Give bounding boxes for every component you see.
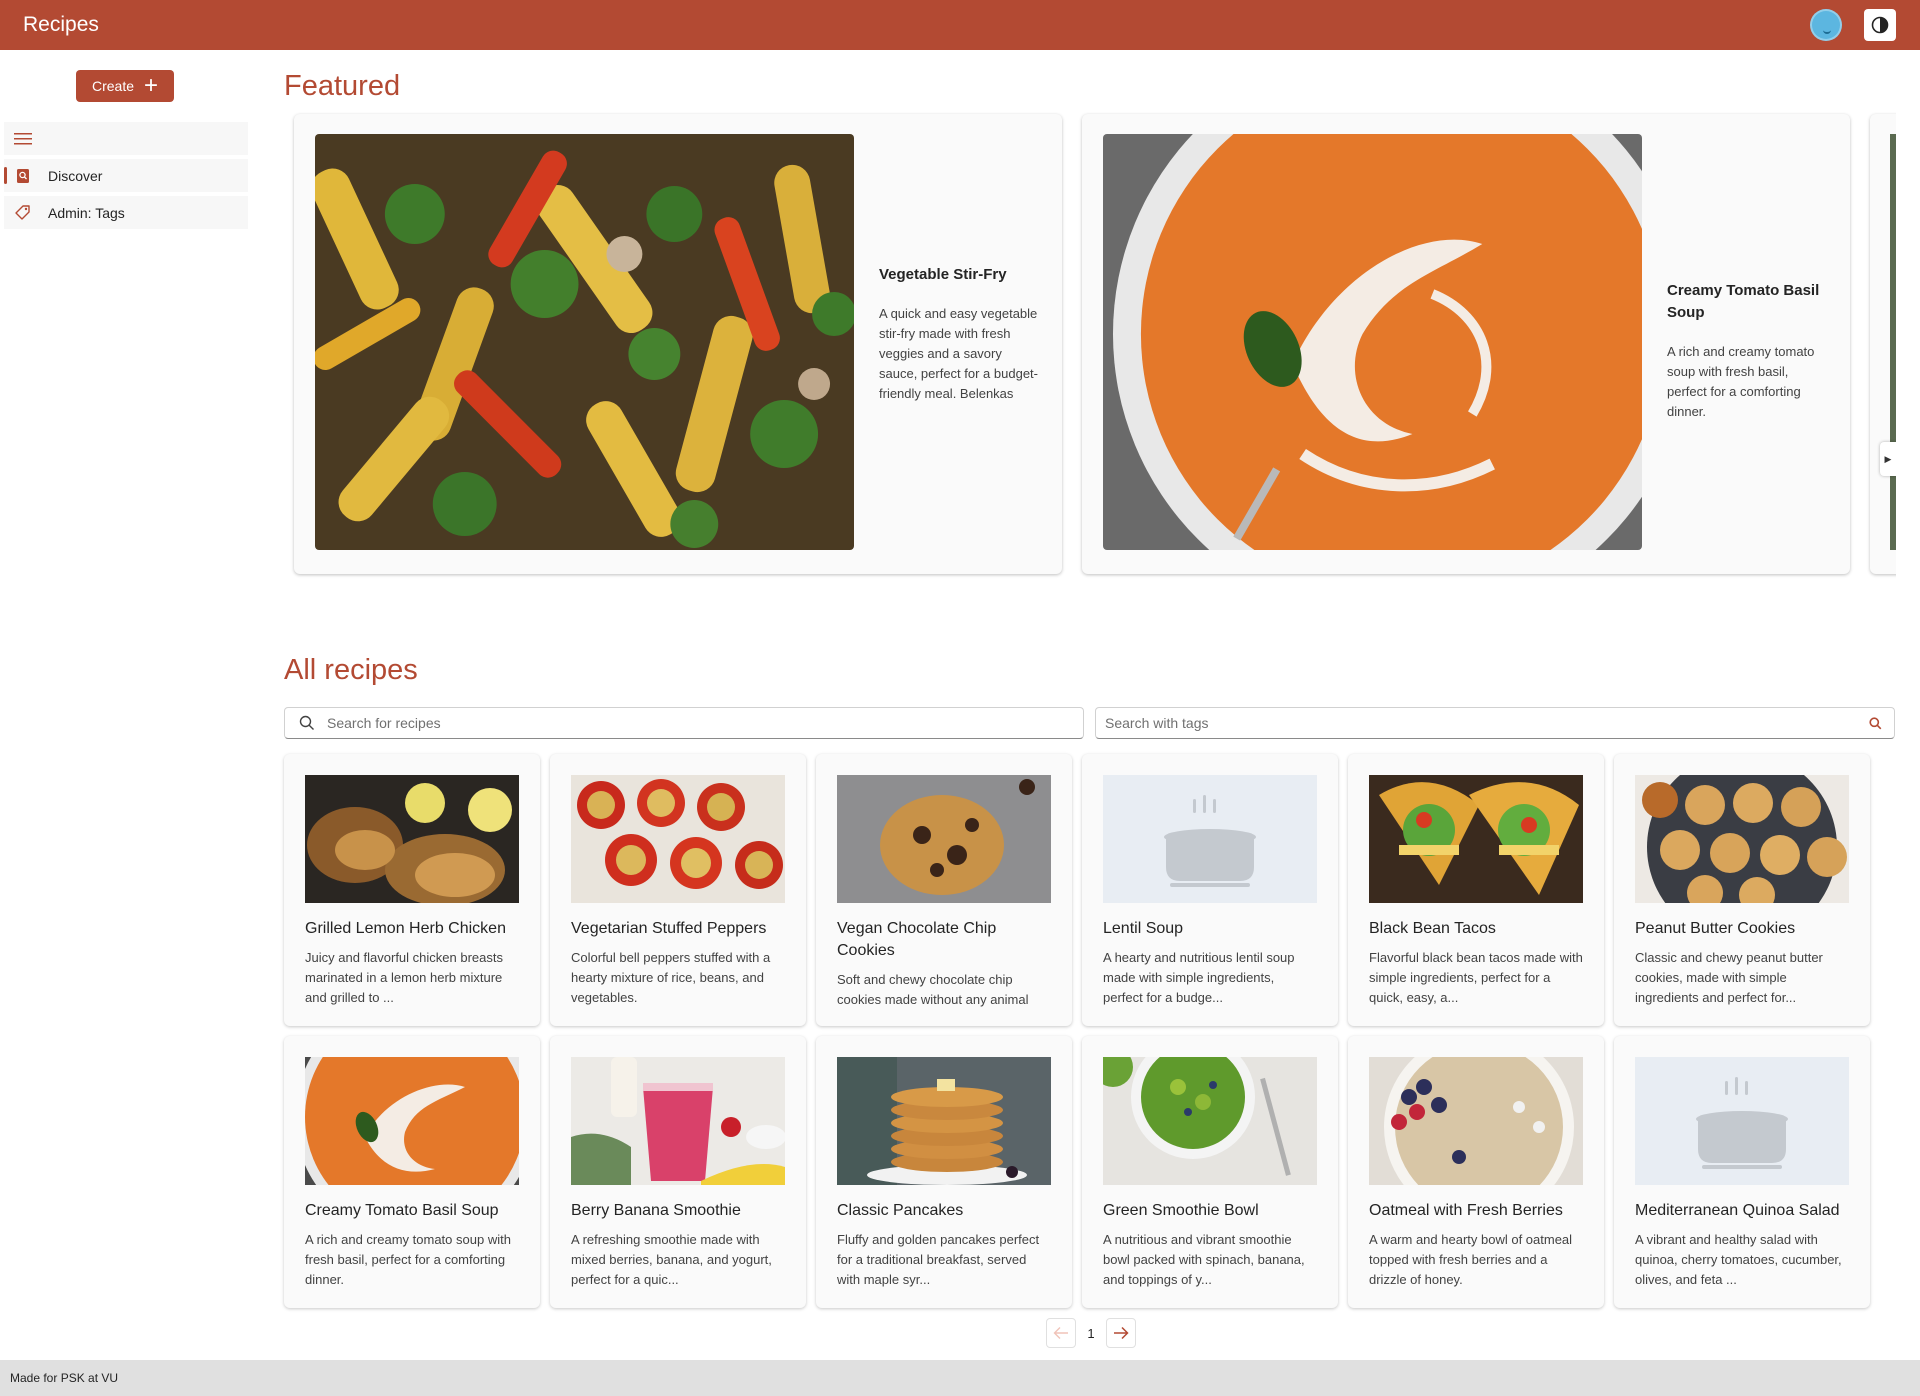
top-bar: Recipes: [0, 0, 1920, 50]
recipe-title: Creamy Tomato Basil Soup: [305, 1202, 499, 1219]
footer-text: Made for PSK at VU: [10, 1371, 119, 1385]
plus-icon: +: [144, 72, 159, 99]
sidebar-nav: Discover Admin: Tags: [4, 122, 248, 233]
recipe-title: Vegetarian Stuffed Peppers: [571, 920, 767, 937]
carousel-next-button[interactable]: ▶: [1880, 442, 1896, 476]
recipe-image: [1635, 775, 1849, 903]
recipe-description: A nutritious and vibrant smoothie bowl p…: [1103, 1232, 1305, 1287]
featured-card-title: Vegetable Stir-Fry: [879, 266, 1007, 283]
sidebar-item-discover[interactable]: Discover: [4, 159, 248, 192]
recipe-title: Vegan Chocolate Chip Cookies: [837, 920, 997, 959]
recipe-search-input[interactable]: [327, 715, 1083, 731]
user-avatar-icon[interactable]: [1810, 9, 1842, 41]
next-page-button[interactable]: [1106, 1318, 1136, 1348]
recipe-title: Green Smoothie Bowl: [1103, 1202, 1259, 1219]
hamburger-menu-button[interactable]: [4, 122, 248, 155]
contrast-icon: [1871, 16, 1889, 34]
sidebar-item-admin-tags[interactable]: Admin: Tags: [4, 196, 248, 229]
featured-card-title: Creamy Tomato Basil Soup: [1667, 282, 1820, 321]
recipe-card[interactable]: Black Bean Tacos Flavorful black bean ta…: [1348, 754, 1604, 1026]
recipe-description: Fluffy and golden pancakes perfect for a…: [837, 1232, 1040, 1287]
sidebar-item-label: Admin: Tags: [48, 204, 125, 221]
recipe-image: [837, 775, 1051, 903]
hamburger-icon: [14, 132, 32, 144]
create-button[interactable]: Create +: [76, 70, 174, 102]
recipe-card[interactable]: Oatmeal with Fresh Berries A warm and he…: [1348, 1036, 1604, 1308]
soup-pot-icon: [1696, 1077, 1788, 1169]
soup-pot-icon: [1164, 795, 1256, 887]
featured-card[interactable]: Creamy Tomato Basil Soup A rich and crea…: [1082, 114, 1850, 574]
recipe-image-placeholder: [1103, 775, 1317, 903]
recipe-card[interactable]: Vegan Chocolate Chip Cookies Soft and ch…: [816, 754, 1072, 1026]
recipe-image: [1369, 1057, 1583, 1185]
recipe-card[interactable]: Mediterranean Quinoa Salad A vibrant and…: [1614, 1036, 1870, 1308]
recipe-description: Soft and chewy chocolate chip cookies ma…: [837, 972, 1029, 1007]
book-search-icon: [14, 167, 32, 185]
recipe-image: [837, 1057, 1051, 1185]
recipe-title: Berry Banana Smoothie: [571, 1202, 741, 1219]
recipe-card[interactable]: Vegetarian Stuffed Peppers Colorful bell…: [550, 754, 806, 1026]
recipe-image: [571, 1057, 785, 1185]
featured-card-description: A quick and easy vegetable stir-fry made…: [879, 306, 1038, 401]
sidebar-item-label: Discover: [48, 167, 103, 184]
featured-carousel: Vegetable Stir-Fry A quick and easy vege…: [286, 112, 1896, 582]
recipe-description: Juicy and flavorful chicken breasts mari…: [305, 950, 503, 1005]
recipe-title: Mediterranean Quinoa Salad: [1635, 1202, 1840, 1219]
featured-card[interactable]: Vegetable Stir-Fry A quick and easy vege…: [294, 114, 1062, 574]
featured-card-image: [1890, 134, 1896, 550]
recipe-title: Lentil Soup: [1103, 920, 1184, 937]
recipe-card[interactable]: Berry Banana Smoothie A refreshing smoot…: [550, 1036, 806, 1308]
featured-card-text: Creamy Tomato Basil Soup A rich and crea…: [1667, 280, 1827, 422]
recipe-description: Flavorful black bean tacos made with sim…: [1369, 950, 1583, 1005]
recipe-title: Oatmeal with Fresh Berries: [1369, 1202, 1563, 1219]
featured-card-description: A rich and creamy tomato soup with fresh…: [1667, 344, 1815, 419]
recipe-card[interactable]: Peanut Butter Cookies Classic and chewy …: [1614, 754, 1870, 1026]
recipe-image: [1103, 1057, 1317, 1185]
recipe-image: [305, 775, 519, 903]
arrow-right-icon: [1114, 1326, 1129, 1340]
recipe-title: Grilled Lemon Herb Chicken: [305, 920, 506, 937]
recipe-title: Black Bean Tacos: [1369, 920, 1496, 937]
recipe-search-field[interactable]: [284, 707, 1084, 739]
app-title[interactable]: Recipes: [23, 13, 99, 37]
recipe-image: [571, 775, 785, 903]
featured-card-image: [315, 134, 854, 550]
recipe-description: Colorful bell peppers stuffed with a hea…: [571, 950, 771, 1005]
recipe-description: A refreshing smoothie made with mixed be…: [571, 1232, 772, 1287]
recipe-description: A vibrant and healthy salad with quinoa,…: [1635, 1232, 1842, 1287]
featured-card-image: [1103, 134, 1642, 550]
chevron-right-icon: ▶: [1884, 453, 1892, 464]
recipe-description: A rich and creamy tomato soup with fresh…: [305, 1232, 511, 1287]
featured-card-partial[interactable]: [1870, 114, 1896, 574]
featured-card-text: Vegetable Stir-Fry A quick and easy vege…: [879, 264, 1039, 404]
recipe-title: Classic Pancakes: [837, 1202, 964, 1219]
theme-toggle-button[interactable]: [1864, 9, 1896, 41]
all-recipes-heading: All recipes: [284, 654, 418, 686]
recipe-description: A warm and hearty bowl of oatmeal topped…: [1369, 1232, 1573, 1287]
recipe-description: A hearty and nutritious lentil soup made…: [1103, 950, 1295, 1005]
recipe-card[interactable]: Creamy Tomato Basil Soup A rich and crea…: [284, 1036, 540, 1308]
featured-heading: Featured: [284, 70, 401, 102]
create-button-label: Create: [91, 78, 134, 94]
tag-icon: [14, 204, 32, 222]
previous-page-button[interactable]: [1046, 1318, 1076, 1348]
tag-search-input[interactable]: [1105, 715, 1869, 731]
recipe-card[interactable]: Lentil Soup A hearty and nutritious lent…: [1082, 754, 1338, 1026]
recipe-description: Classic and chewy peanut butter cookies,…: [1635, 950, 1823, 1005]
pagination: 1: [1046, 1318, 1136, 1348]
search-icon: [299, 715, 314, 730]
recipe-image-placeholder: [1635, 1057, 1849, 1185]
recipe-card[interactable]: Classic Pancakes Fluffy and golden panca…: [816, 1036, 1072, 1308]
tag-search-field[interactable]: [1095, 707, 1895, 739]
recipe-card[interactable]: Green Smoothie Bowl A nutritious and vib…: [1082, 1036, 1338, 1308]
recipe-title: Peanut Butter Cookies: [1635, 920, 1796, 937]
recipe-card[interactable]: Grilled Lemon Herb Chicken Juicy and fla…: [284, 754, 540, 1026]
arrow-left-icon: [1053, 1327, 1068, 1339]
search-icon[interactable]: [1869, 716, 1882, 730]
footer: Made for PSK at VU: [0, 1360, 1920, 1396]
current-page-number: 1: [1087, 1325, 1095, 1341]
recipe-image: [1369, 775, 1583, 903]
recipe-image: [305, 1057, 519, 1185]
